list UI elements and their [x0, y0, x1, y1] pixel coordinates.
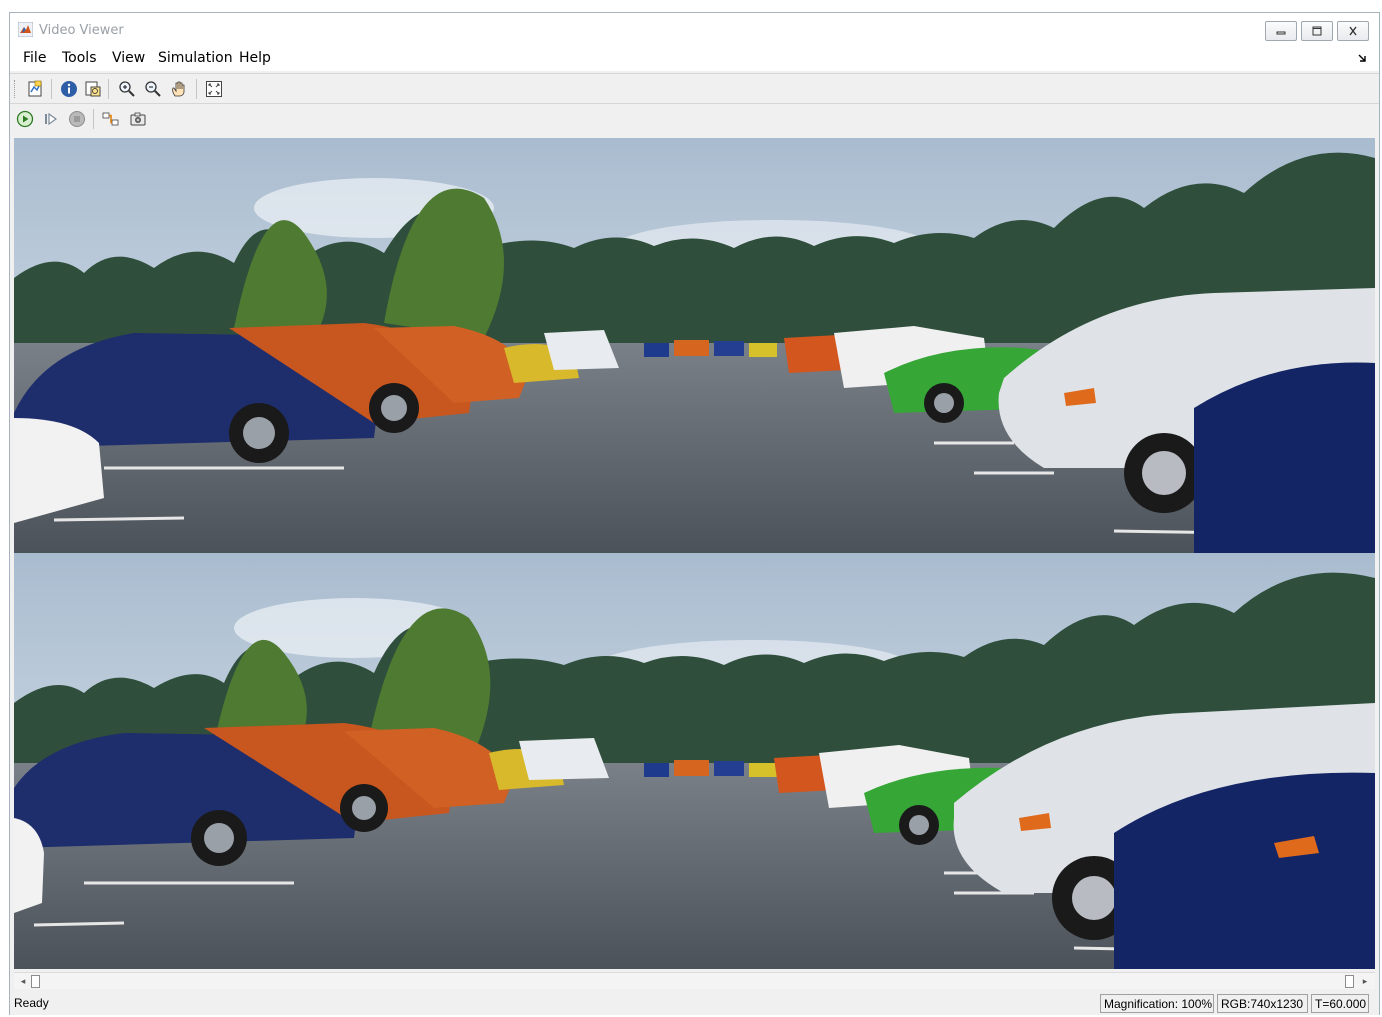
- status-time: T=60.000: [1311, 994, 1369, 1013]
- toolbar-grip: [14, 80, 16, 98]
- minimize-button[interactable]: [1265, 21, 1297, 41]
- stop-icon[interactable]: [67, 109, 87, 129]
- top-camera-frame: [14, 138, 1375, 553]
- video-viewer-window: Video Viewer File Tools View Simulation …: [9, 12, 1380, 1015]
- highlight-signal-icon[interactable]: [101, 109, 121, 129]
- step-forward-icon[interactable]: [41, 109, 61, 129]
- close-icon: [1349, 26, 1357, 36]
- scroll-left-icon[interactable]: ◂: [16, 975, 30, 988]
- menu-simulation[interactable]: Simulation: [158, 50, 233, 66]
- view-toolbar: [10, 73, 1379, 103]
- status-magnification: Magnification: 100%: [1100, 994, 1214, 1013]
- scroll-end-marker: [1345, 975, 1354, 988]
- bottom-camera-frame: [14, 553, 1375, 969]
- horizontal-scrollbar[interactable]: ◂ ▸: [14, 972, 1375, 989]
- menu-help[interactable]: Help: [239, 50, 271, 66]
- pan-hand-icon[interactable]: [169, 79, 189, 99]
- video-display[interactable]: [14, 138, 1375, 969]
- minimize-icon: [1276, 31, 1286, 35]
- zoom-out-icon[interactable]: [143, 79, 163, 99]
- simulation-toolbar: [10, 103, 1379, 133]
- title-bar: Video Viewer: [10, 13, 1379, 45]
- menu-view[interactable]: View: [112, 50, 145, 66]
- maximize-icon: [1312, 26, 1322, 36]
- close-button[interactable]: [1337, 21, 1369, 41]
- status-rgb: RGB:740x1230: [1217, 994, 1308, 1013]
- window-title: Video Viewer: [39, 23, 124, 38]
- print-to-figure-icon[interactable]: [25, 79, 45, 99]
- run-icon[interactable]: [15, 109, 35, 129]
- scroll-thumb[interactable]: [31, 975, 40, 988]
- zoom-in-icon[interactable]: [117, 79, 137, 99]
- snapshot-icon[interactable]: [128, 109, 148, 129]
- scroll-right-icon[interactable]: ▸: [1358, 975, 1372, 988]
- menu-tools[interactable]: Tools: [62, 50, 97, 66]
- status-bar: Ready Magnification: 100% RGB:740x1230 T…: [10, 993, 1379, 1015]
- info-icon[interactable]: [59, 79, 79, 99]
- menu-bar: File Tools View Simulation Help: [10, 45, 1379, 71]
- maintain-fit-icon[interactable]: [204, 79, 224, 99]
- maximize-button[interactable]: [1301, 21, 1333, 41]
- matlab-logo-icon: [18, 22, 33, 37]
- dock-arrow-icon[interactable]: [1357, 53, 1367, 63]
- menu-file[interactable]: File: [23, 50, 46, 66]
- status-ready: Ready: [14, 996, 49, 1010]
- zoom-fit-icon[interactable]: [83, 79, 103, 99]
